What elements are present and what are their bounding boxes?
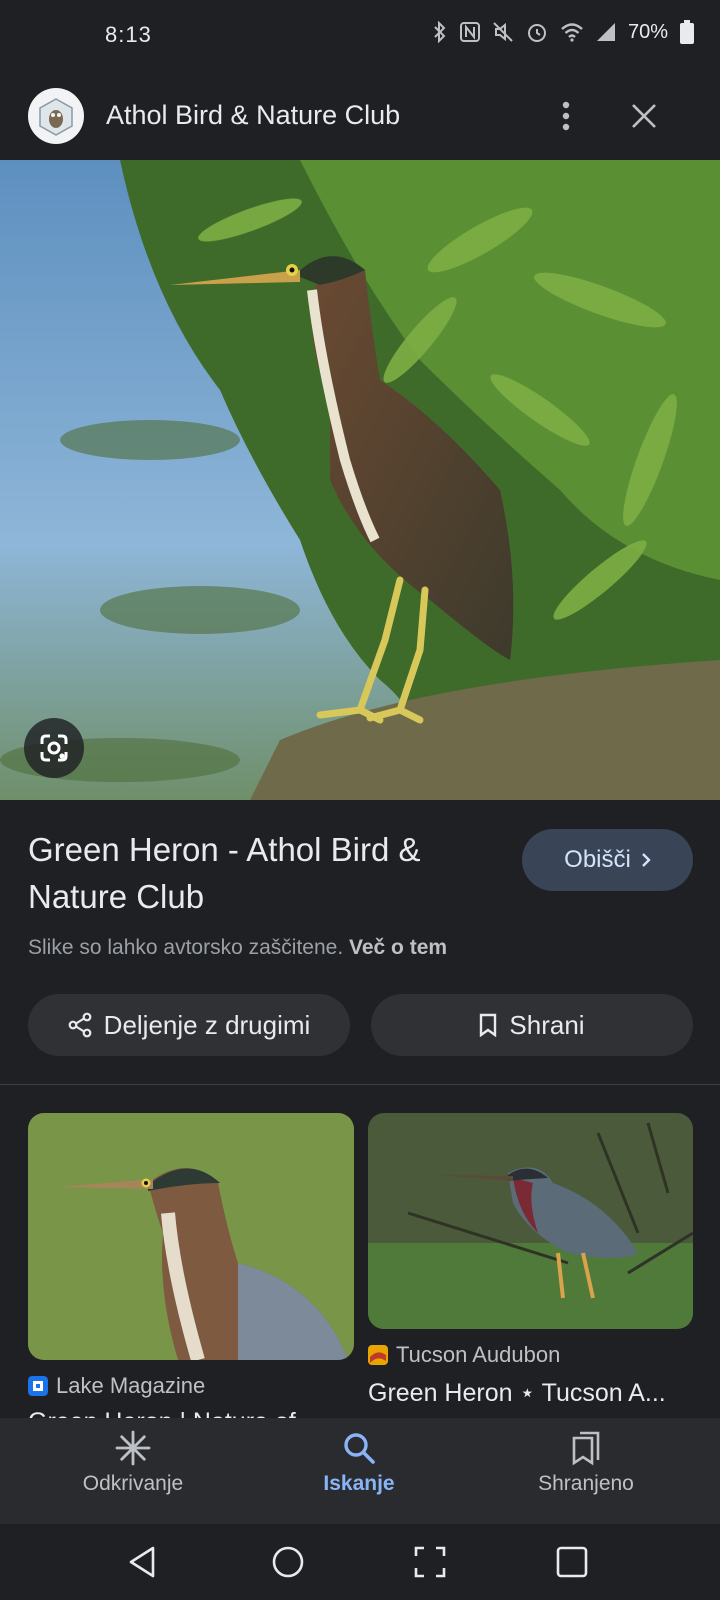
google-lens-button[interactable] [24, 718, 84, 778]
recents-button[interactable] [550, 1540, 594, 1584]
nav-saved[interactable]: Shranjeno [486, 1430, 686, 1496]
related-source: Lake Magazine [28, 1373, 205, 1399]
discover-asterisk-icon [115, 1430, 151, 1466]
nfc-icon [459, 22, 480, 42]
status-icons: 70% [432, 20, 694, 44]
mute-icon [493, 22, 513, 42]
save-button[interactable]: Shrani [371, 994, 693, 1056]
home-circle-icon [272, 1546, 304, 1578]
back-triangle-icon [129, 1546, 155, 1578]
divider [0, 1084, 720, 1085]
saved-collections-icon [572, 1431, 600, 1466]
related-source-name: Tucson Audubon [396, 1342, 561, 1367]
save-label: Shrani [509, 1009, 585, 1040]
signal-icon [596, 23, 615, 41]
related-image-tucson-audubon[interactable] [368, 1113, 693, 1329]
share-icon [68, 1012, 92, 1038]
visit-label: Obišči [564, 846, 631, 873]
result-title[interactable]: Green Heron - Athol Bird & Nature Club [28, 826, 488, 920]
more-vert-icon [562, 101, 570, 131]
screenshot-frame-icon [414, 1546, 446, 1578]
wifi-icon [561, 23, 583, 42]
nav-search[interactable]: Iskanje [259, 1430, 459, 1496]
copyright-notice: Slike so lahko avtorsko zaščitene. Več o… [28, 936, 447, 960]
alarm-icon [527, 24, 546, 42]
bluetooth-icon [434, 21, 446, 43]
recents-square-icon [556, 1546, 588, 1578]
site-name: Athol Bird & Nature Club [106, 100, 401, 130]
chevron-right-icon [641, 853, 651, 867]
nav-saved-label: Shranjeno [538, 1472, 634, 1495]
visit-button[interactable]: Obišči [522, 829, 693, 891]
home-button[interactable] [266, 1540, 310, 1584]
back-button[interactable] [120, 1540, 164, 1584]
battery-icon [680, 20, 694, 44]
system-navigation-bar [0, 1524, 720, 1600]
copyright-text: Slike so lahko avtorsko zaščitene. [28, 936, 344, 959]
lake-magazine-favicon-icon [28, 1376, 48, 1396]
google-lens-icon [40, 734, 68, 762]
learn-more-link[interactable]: Več o tem [349, 936, 447, 959]
related-title[interactable]: Green Heron ⋆ Tucson A... [368, 1378, 693, 1408]
bookmark-icon [480, 1013, 497, 1037]
related-image-lake-magazine[interactable] [28, 1113, 354, 1360]
screenshot-button[interactable] [408, 1540, 452, 1584]
share-label: Deljenje z drugimi [103, 1009, 311, 1040]
share-button[interactable]: Deljenje z drugimi [28, 994, 350, 1056]
related-source: Tucson Audubon [368, 1342, 560, 1368]
battery-percent: 70% [627, 20, 668, 43]
status-time: 8:13 [105, 22, 152, 47]
nav-search-label: Iskanje [323, 1472, 395, 1495]
related-source-name: Lake Magazine [56, 1373, 206, 1398]
search-icon [344, 1433, 375, 1464]
hero-image[interactable] [0, 160, 720, 800]
nav-discover[interactable]: Odkrivanje [33, 1430, 233, 1496]
nav-discover-label: Odkrivanje [82, 1472, 184, 1495]
close-icon [632, 104, 656, 128]
owl-logo-icon [28, 88, 84, 144]
tucson-audubon-favicon-icon [368, 1345, 388, 1365]
more-options-button[interactable] [546, 96, 586, 136]
close-button[interactable] [624, 96, 664, 136]
